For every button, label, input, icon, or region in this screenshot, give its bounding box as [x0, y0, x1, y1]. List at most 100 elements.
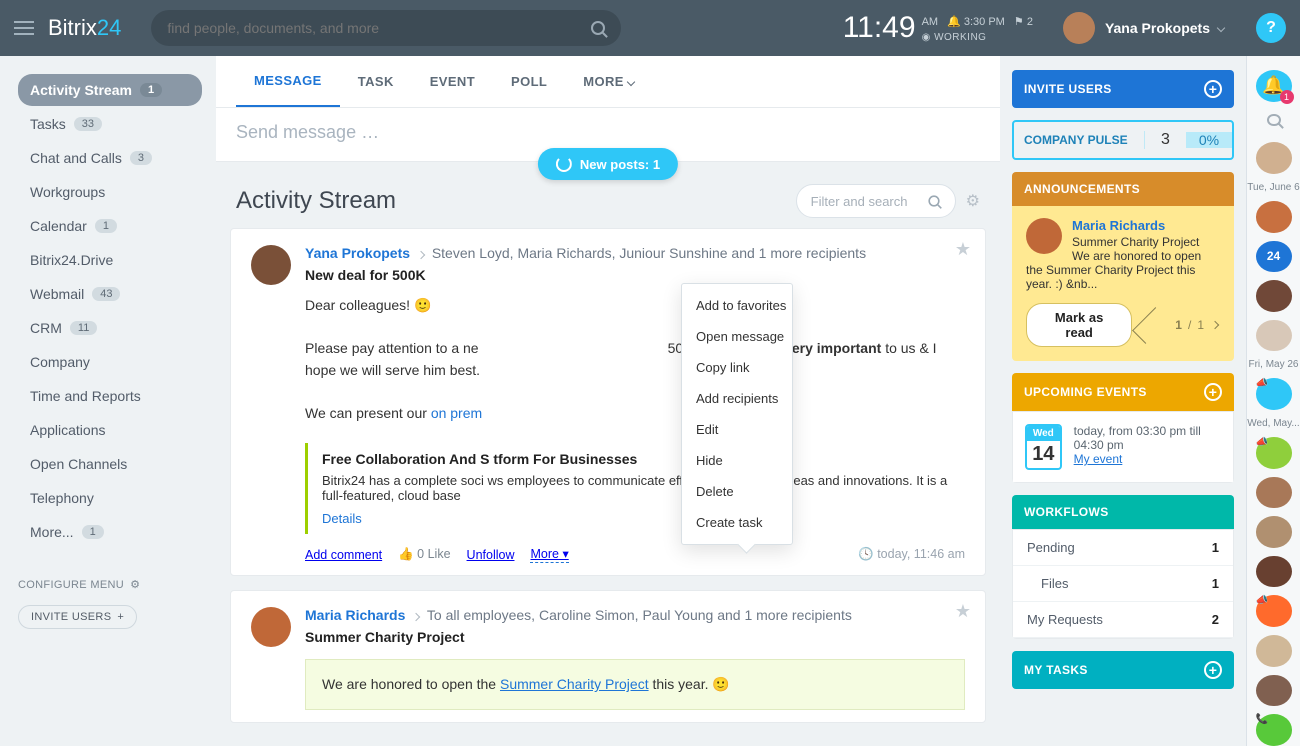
star-icon[interactable]: ★ [955, 601, 971, 622]
upcoming-events-header[interactable]: UPCOMING EVENTS+ [1012, 373, 1234, 411]
sidebar-item[interactable]: Activity Stream1 [18, 74, 202, 106]
add-comment-link[interactable]: Add comment [305, 548, 382, 562]
date-chip: Wed14 [1025, 424, 1062, 470]
sidebar-item[interactable]: Company [18, 346, 202, 378]
contact-avatar[interactable] [1256, 201, 1292, 233]
megaphone-icon[interactable]: 📣 [1256, 378, 1292, 410]
sidebar-item[interactable]: Applications [18, 414, 202, 446]
plus-icon[interactable]: + [1204, 661, 1222, 679]
event-link[interactable]: My event [1074, 452, 1123, 466]
tab-poll[interactable]: POLL [493, 56, 565, 107]
contact-avatar[interactable] [1256, 477, 1292, 509]
menu-item[interactable]: Add to favorites [682, 290, 792, 321]
chevron-right-icon [412, 613, 420, 621]
post-title: New deal for 500K [305, 267, 965, 283]
workflows-header: WORKFLOWS [1012, 495, 1234, 529]
post-timestamp: 🕓 today, 11:46 am [858, 547, 965, 562]
menu-item[interactable]: Open message [682, 321, 792, 352]
composer[interactable]: Send message … New posts: 1 [216, 108, 1000, 162]
avatar [1026, 218, 1062, 254]
invite-users-button[interactable]: INVITE USERS + [18, 605, 137, 629]
page-title: Activity Stream [236, 187, 796, 215]
contact-avatar[interactable] [1256, 320, 1292, 352]
plus-icon[interactable]: + [1204, 80, 1222, 98]
chevron-down-icon [1217, 24, 1225, 32]
more-link[interactable]: More ▾ [530, 546, 568, 563]
contact-avatar[interactable] [1256, 635, 1292, 667]
search-input[interactable] [167, 20, 591, 36]
contact-avatar[interactable] [1256, 280, 1292, 312]
sidebar-item[interactable]: Webmail43 [18, 278, 202, 310]
new-posts-pill[interactable]: New posts: 1 [538, 148, 678, 180]
sidebar-item[interactable]: Time and Reports [18, 380, 202, 412]
menu-item[interactable]: Create task [682, 507, 792, 538]
unfollow-link[interactable]: Unfollow [467, 548, 515, 562]
post-author[interactable]: Yana Prokopets [305, 245, 410, 261]
tab-message[interactable]: MESSAGE [236, 56, 340, 107]
megaphone-icon[interactable]: 📣 [1256, 437, 1292, 469]
sidebar-item[interactable]: Chat and Calls3 [18, 142, 202, 174]
sidebar-item[interactable]: Open Channels [18, 448, 202, 480]
plus-icon[interactable]: + [1204, 383, 1222, 401]
search-icon [928, 195, 939, 206]
avatar[interactable] [251, 245, 291, 285]
sidebar-item[interactable]: Calendar1 [18, 210, 202, 242]
avatar [1063, 12, 1095, 44]
search-icon[interactable] [1267, 114, 1281, 127]
tab-more[interactable]: MORE [565, 56, 654, 107]
tab-event[interactable]: EVENT [412, 56, 493, 107]
avatar[interactable] [251, 607, 291, 647]
company-pulse-widget[interactable]: COMPANY PULSE 3 0% [1012, 120, 1234, 160]
contact-avatar[interactable] [1256, 556, 1292, 588]
megaphone-icon[interactable]: 📣 [1256, 595, 1292, 627]
help-button[interactable]: ? [1256, 13, 1286, 43]
workflow-row[interactable]: My Requests2 [1013, 602, 1233, 638]
contact-avatar[interactable] [1256, 675, 1292, 707]
sidebar-item[interactable]: Workgroups [18, 176, 202, 208]
filter-input[interactable]: Filter and search [796, 184, 956, 218]
menu-toggle-icon[interactable] [14, 21, 34, 35]
contact-avatar[interactable] [1256, 516, 1292, 548]
announcement-pager[interactable]: 1 / 1 [1132, 316, 1220, 335]
menu-item[interactable]: Copy link [682, 352, 792, 383]
notifications-icon[interactable]: 🔔 [1256, 70, 1292, 102]
workflow-row[interactable]: Pending1 [1013, 530, 1233, 566]
mark-as-read-button[interactable]: Mark as read [1026, 303, 1132, 347]
bitrix24-icon[interactable]: 24 [1256, 241, 1292, 273]
contact-avatar[interactable] [1256, 142, 1292, 174]
invite-users-panel[interactable]: INVITE USERS+ [1012, 70, 1234, 108]
clock-widget[interactable]: 11:49 AM 🔔 3:30 PM ⚑ 2 ◉ WORKING [843, 11, 1033, 45]
link-preview: Free Collaboration And S tform For Busin… [305, 443, 965, 534]
menu-item[interactable]: Edit [682, 414, 792, 445]
sidebar-item[interactable]: More...1 [18, 516, 202, 548]
sidebar-item[interactable]: CRM11 [18, 312, 202, 344]
sidebar-item[interactable]: Bitrix24.Drive [18, 244, 202, 276]
user-menu[interactable]: Yana Prokopets [1063, 12, 1226, 44]
star-icon[interactable]: ★ [955, 239, 971, 260]
gear-icon[interactable]: ⚙ [966, 191, 980, 211]
feed-post: ★ Maria Richards To all employees, Carol… [230, 590, 986, 723]
menu-item[interactable]: Delete [682, 476, 792, 507]
tab-task[interactable]: TASK [340, 56, 412, 107]
like-button[interactable]: 👍 0 Like [398, 547, 450, 562]
post-context-menu: Add to favoritesOpen messageCopy linkAdd… [681, 283, 793, 545]
menu-item[interactable]: Add recipients [682, 383, 792, 414]
details-link[interactable]: Details [322, 511, 362, 526]
global-search[interactable] [151, 10, 621, 46]
inline-link[interactable]: on prem [431, 405, 482, 421]
workflow-row[interactable]: Files1 [1013, 566, 1233, 602]
my-tasks-header[interactable]: MY TASKS+ [1012, 651, 1234, 689]
sidebar-item[interactable]: Tasks33 [18, 108, 202, 140]
post-author[interactable]: Maria Richards [305, 607, 405, 623]
sidebar-item[interactable]: Telephony [18, 482, 202, 514]
chevron-right-icon [417, 251, 425, 259]
post-title: Summer Charity Project [305, 629, 965, 645]
highlight-box: We are honored to open the Summer Charit… [305, 659, 965, 710]
inline-link[interactable]: Summer Charity Project [500, 676, 649, 692]
search-icon[interactable] [591, 21, 605, 35]
menu-item[interactable]: Hide [682, 445, 792, 476]
announcements-header: ANNOUNCEMENTS [1012, 172, 1234, 206]
phone-icon[interactable]: 📞 [1256, 714, 1292, 746]
feed-post: ★ Yana Prokopets Steven Loyd, Maria Rich… [230, 228, 986, 576]
configure-menu-link[interactable]: CONFIGURE MENU ⚙ [18, 578, 202, 591]
